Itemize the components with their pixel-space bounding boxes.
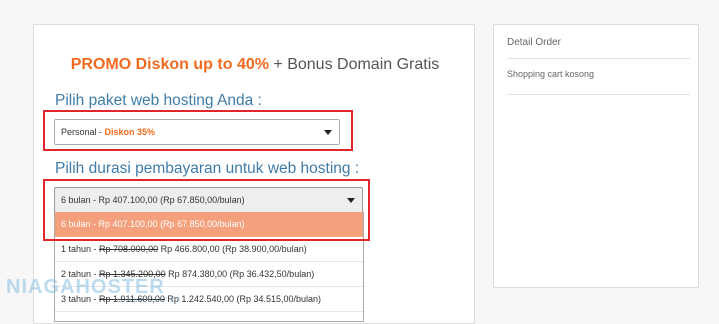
duration-option-6-bulan[interactable]: 6 bulan - Rp 407.100,00 (Rp 67.850,00/bu… [55, 212, 363, 237]
duration-select-value: 6 bulan - Rp 407.100,00 (Rp 67.850,00/bu… [61, 195, 245, 205]
option-new-price: Rp 1.242.540,00 (Rp 34.515,00/bulan) [164, 294, 322, 304]
promo-highlight: PROMO Diskon up to 40% [70, 56, 269, 73]
order-detail-panel: Detail Order Shopping cart kosong [493, 24, 699, 288]
duration-select[interactable]: 6 bulan - Rp 407.100,00 (Rp 67.850,00/bu… [54, 187, 363, 213]
option-old-price: Rp 708.000,00 [99, 244, 159, 254]
package-select-discount: Diskon 35% [104, 127, 156, 137]
package-select-name: Personal - [61, 127, 105, 137]
promo-banner: PROMO Diskon up to 40% + Bonus Domain Gr… [34, 56, 476, 74]
option-label: 1 tahun - [61, 244, 100, 254]
niagahoster-watermark: NIAGAHOSTER [6, 276, 165, 298]
chevron-down-icon [324, 130, 332, 135]
duration-heading: Pilih durasi pembayaran untuk web hostin… [55, 160, 360, 177]
promo-rest: + Bonus Domain Gratis [268, 56, 440, 73]
niagahoster-watermark-sub: NIAGAHOSTER [117, 298, 183, 304]
duration-option-1-tahun[interactable]: 1 tahun - Rp 708.000,00 Rp 466.800,00 (R… [55, 237, 363, 262]
order-detail-title: Detail Order [507, 37, 561, 48]
option-text: 6 bulan - Rp 407.100,00 (Rp 67.850,00/bu… [61, 219, 245, 229]
chevron-down-icon [347, 198, 355, 203]
divider [507, 94, 690, 95]
divider [507, 58, 690, 59]
option-new-price: Rp 466.800,00 (Rp 38.900,00/bulan) [158, 244, 307, 254]
duration-dropdown: 6 bulan - Rp 407.100,00 (Rp 67.850,00/bu… [54, 212, 364, 322]
package-heading: Pilih paket web hosting Anda : [55, 92, 262, 109]
cart-empty-text: Shopping cart kosong [507, 69, 595, 79]
package-select[interactable]: Personal - Diskon 35% [54, 119, 340, 145]
option-new-price: Rp 874.380,00 (Rp 36.432,50/bulan) [165, 269, 315, 279]
